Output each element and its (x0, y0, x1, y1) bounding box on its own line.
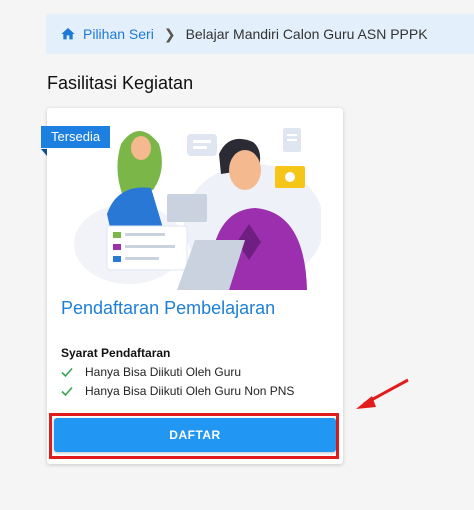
check-icon (61, 367, 73, 377)
card-title: Pendaftaran Pembelajaran (61, 298, 276, 318)
section-title: Fasilitasi Kegiatan (47, 73, 194, 93)
requirements-list: Hanya Bisa Diikuti Oleh Guru Hanya Bisa … (61, 362, 294, 400)
check-icon (61, 386, 73, 396)
chevron-right-icon: ❯ (163, 25, 176, 42)
requirements-title: Syarat Pendaftaran (61, 346, 171, 360)
requirement-text: Hanya Bisa Diikuti Oleh Guru Non PNS (85, 383, 295, 398)
list-item: Hanya Bisa Diikuti Oleh Guru Non PNS (61, 381, 294, 400)
registration-card: Tersedia Pendaftaran Pembelajaran Syarat… (41, 108, 343, 464)
status-badge: Tersedia (41, 126, 111, 148)
list-item: Hanya Bisa Diikuti Oleh Guru (61, 362, 294, 381)
breadcrumb-home-label: Pilihan Seri (83, 26, 154, 42)
home-icon (61, 28, 75, 40)
badge-fold (41, 149, 47, 156)
pointer-arrow-icon (356, 378, 409, 409)
breadcrumb-current: Belajar Mandiri Calon Guru ASN PPPK (185, 26, 428, 42)
breadcrumb: Pilihan Seri ❯ Belajar Mandiri Calon Gur… (46, 14, 474, 54)
breadcrumb-home-link[interactable]: Pilihan Seri (60, 26, 154, 42)
requirement-text: Hanya Bisa Diikuti Oleh Guru (85, 364, 242, 379)
daftar-button[interactable]: DAFTAR (54, 418, 336, 452)
